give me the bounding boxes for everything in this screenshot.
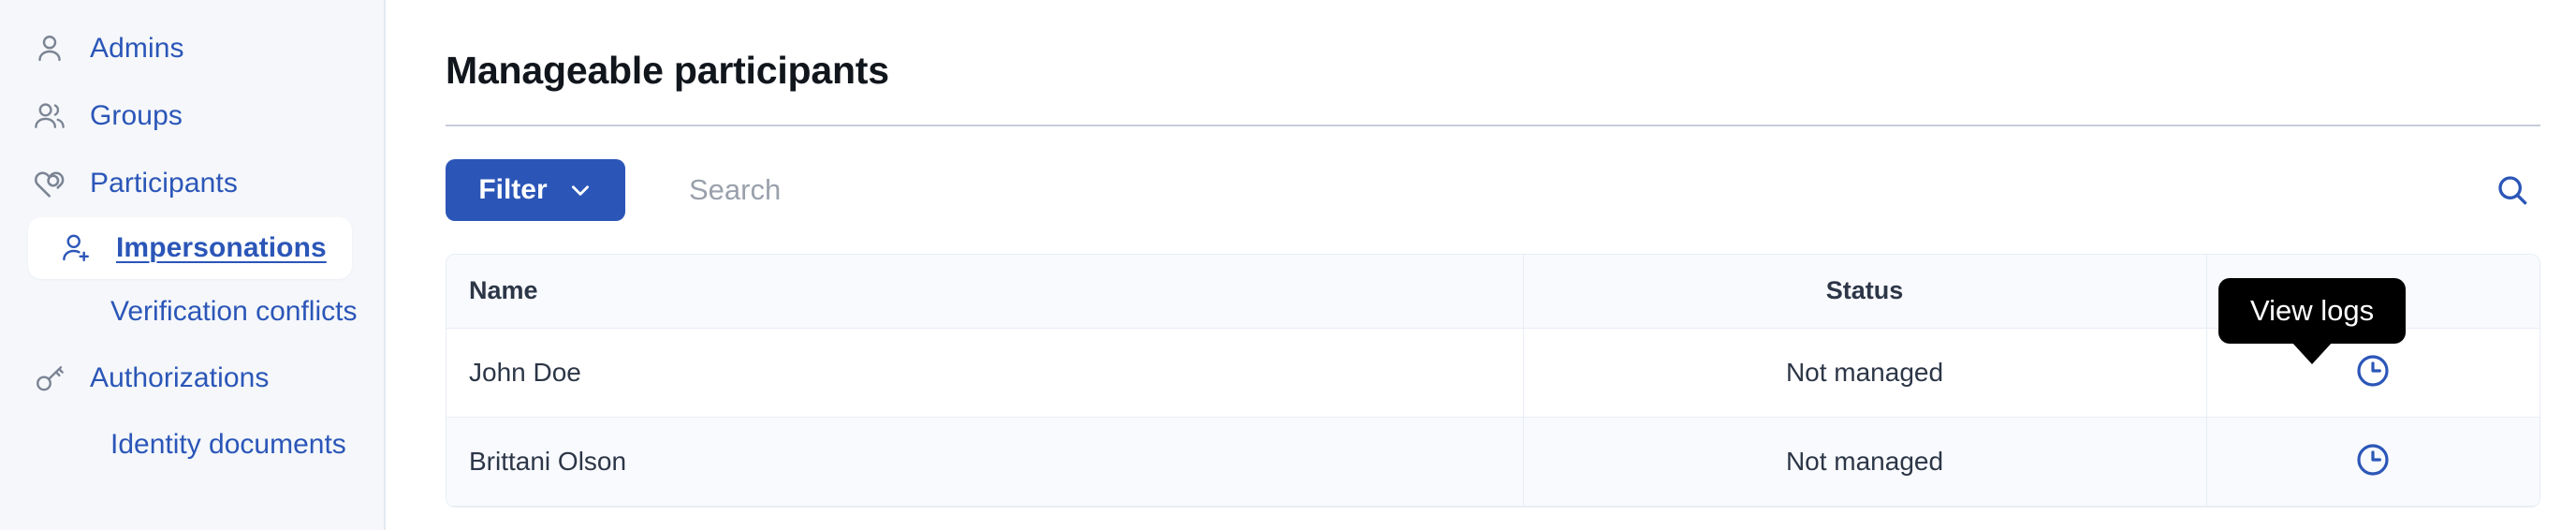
table-row[interactable]: Brittani Olson Not managed — [446, 417, 2539, 507]
app-root: Admins Groups Participants Impersonation… — [0, 0, 2576, 530]
column-header-actions — [2206, 255, 2539, 329]
main-content: Manageable participants Filter Search Na… — [386, 0, 2576, 530]
sidebar-subitem-label: Verification conflicts — [110, 296, 358, 327]
sidebar-item-admins[interactable]: Admins — [0, 15, 384, 82]
key-icon — [30, 359, 69, 398]
cell-actions — [2206, 328, 2539, 418]
chevron-down-icon — [568, 178, 593, 202]
view-logs-button[interactable] — [2351, 438, 2394, 481]
sidebar-subitem-label: Identity documents — [110, 429, 346, 460]
sidebar-item-label: Groups — [90, 100, 183, 131]
clock-icon — [2354, 441, 2392, 478]
table-row[interactable]: John Doe Not managed — [446, 328, 2539, 418]
sidebar: Admins Groups Participants Impersonation… — [0, 0, 386, 530]
table-body: John Doe Not managed Brittani Olson Not … — [446, 328, 2539, 507]
filter-button[interactable]: Filter — [446, 159, 625, 221]
column-header-name[interactable]: Name — [446, 255, 1524, 329]
table-head: Name Status — [446, 255, 2539, 329]
clock-icon — [2354, 352, 2392, 390]
filter-button-label: Filter — [478, 174, 548, 205]
sidebar-item-groups[interactable]: Groups — [0, 82, 384, 150]
toolbar: Filter — [446, 156, 2540, 224]
sidebar-item-impersonations[interactable]: Impersonations — [28, 217, 352, 279]
sidebar-item-label: Participants — [90, 168, 238, 199]
users-icon — [30, 96, 69, 136]
cell-status: Not managed — [1523, 417, 2207, 507]
search-field-wrapper — [689, 159, 2466, 221]
view-logs-button[interactable] — [2351, 349, 2394, 392]
cell-actions — [2206, 417, 2539, 507]
cell-name: Brittani Olson — [446, 417, 1524, 507]
title-divider — [446, 125, 2540, 126]
participants-table-wrapper: Name Status John Doe Not managed Brittan… — [446, 254, 2540, 508]
cell-name: John Doe — [446, 328, 1524, 418]
sidebar-item-label: Impersonations — [116, 232, 327, 263]
page-title: Manageable participants — [446, 49, 889, 92]
sidebar-item-participants[interactable]: Participants — [0, 150, 384, 217]
heart-link-icon — [30, 164, 69, 203]
search-icon — [2494, 171, 2531, 209]
sidebar-item-identity-documents[interactable]: Identity documents — [0, 412, 384, 478]
table-header-row: Name Status — [446, 255, 2539, 329]
sidebar-item-label: Admins — [90, 33, 184, 64]
user-icon — [30, 29, 69, 68]
search-input[interactable] — [689, 173, 2466, 207]
cell-status: Not managed — [1523, 328, 2207, 418]
sidebar-item-label: Authorizations — [90, 362, 270, 393]
sidebar-item-authorizations[interactable]: Authorizations — [0, 345, 384, 412]
search-button[interactable] — [2484, 162, 2540, 218]
participants-table: Name Status John Doe Not managed Brittan… — [446, 255, 2539, 507]
column-header-status[interactable]: Status — [1523, 255, 2207, 329]
user-plus-icon — [56, 228, 95, 268]
sidebar-item-verification-conflicts[interactable]: Verification conflicts — [0, 279, 384, 345]
